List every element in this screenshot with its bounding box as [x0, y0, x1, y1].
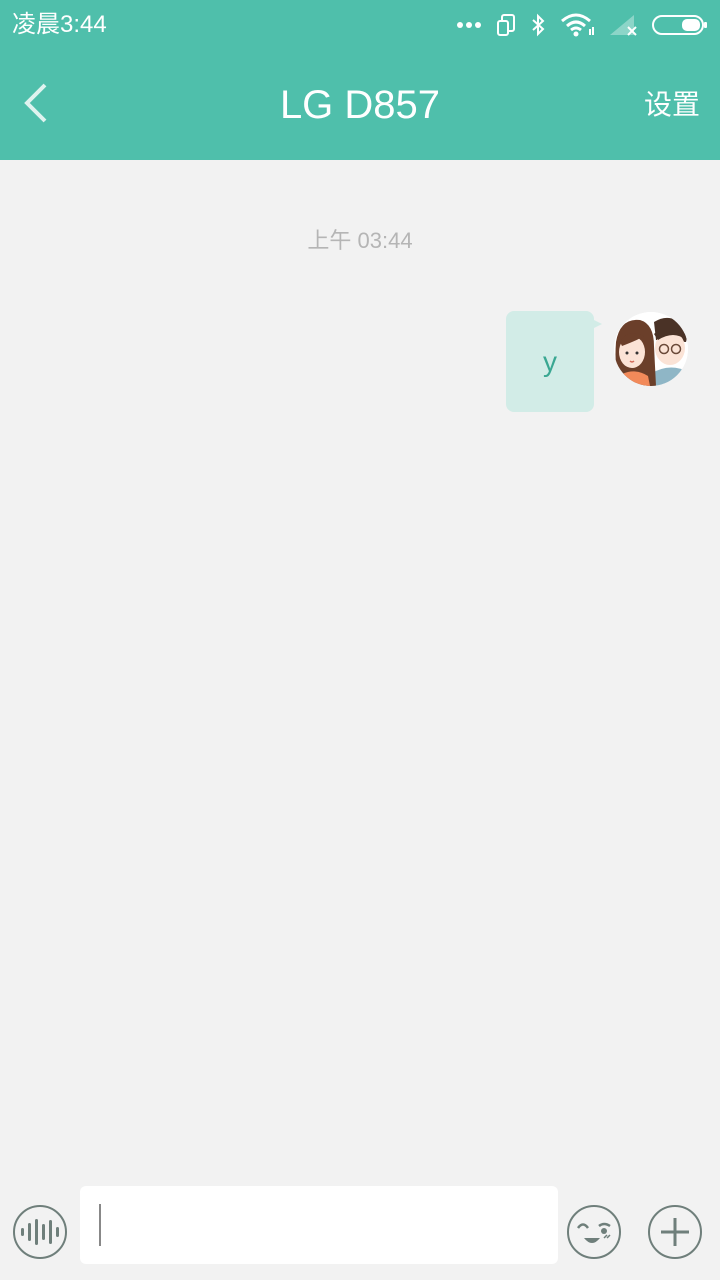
battery-icon	[652, 14, 708, 36]
message-input[interactable]	[80, 1186, 558, 1264]
wifi-icon	[560, 13, 594, 37]
status-bar: 凌晨3:44	[0, 0, 720, 50]
back-button[interactable]	[14, 80, 58, 130]
bubble-tail	[590, 318, 602, 330]
input-bar	[0, 1176, 720, 1280]
more-dots-icon	[456, 21, 482, 29]
message-text: y	[543, 345, 557, 377]
page-title: LG D857	[279, 83, 441, 127]
status-time: 凌晨3:44	[12, 11, 107, 38]
text-cursor	[99, 1204, 101, 1246]
signal-no-service-icon	[608, 13, 638, 37]
bluetooth-icon	[530, 13, 546, 37]
emoji-button[interactable]	[566, 1204, 622, 1260]
emoji-face-icon	[566, 1205, 622, 1264]
plus-icon	[647, 1205, 703, 1264]
screen-rotate-icon	[496, 13, 516, 37]
more-options-button[interactable]	[647, 1204, 703, 1260]
voice-wave-icon	[12, 1205, 68, 1264]
title-bar: LG D857 设置	[0, 50, 720, 160]
voice-button[interactable]	[12, 1204, 68, 1260]
outgoing-message-bubble[interactable]: y	[506, 311, 594, 412]
avatar[interactable]	[614, 312, 688, 386]
status-icons	[456, 10, 708, 40]
message-timestamp: 上午 03:44	[307, 228, 413, 253]
chevron-left-icon	[23, 81, 49, 130]
settings-button[interactable]: 设置	[644, 86, 700, 124]
